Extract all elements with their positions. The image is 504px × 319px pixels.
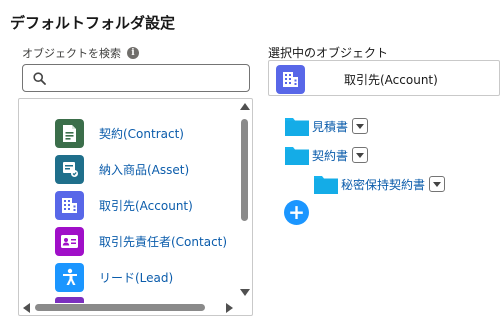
search-label: オブジェクトを検索 i [22,45,139,61]
account-icon [55,190,84,220]
selected-object-box: 取引先(Account) [268,60,500,96]
selected-object-name: 取引先(Account) [344,73,438,87]
folder-icon [314,176,338,194]
folder-menu-button[interactable] [352,118,369,134]
list-item-label: 取引先責任者(Contact) [99,234,228,249]
vertical-scrollbar[interactable] [238,103,252,299]
search-icon [33,72,46,85]
info-icon[interactable]: i [127,47,139,59]
object-list: 契約(Contract) 納入商品(Asset) 取引先(Account) 取引… [18,98,253,316]
account-icon [276,65,305,94]
search-label-text: オブジェクトを検索 [22,47,121,60]
folder-item-contracts[interactable]: 契約書 [284,144,369,166]
page-title: デフォルトフォルダ設定 [10,14,176,32]
add-folder-button[interactable]: + [284,200,309,225]
folder-icon [285,118,309,136]
folder-item-quotes[interactable]: 見積書 [284,115,369,137]
scroll-right-arrow-icon[interactable] [226,303,233,313]
chevron-down-icon [356,123,365,129]
asset-icon [55,154,84,184]
scroll-left-arrow-icon[interactable] [23,303,30,313]
chevron-down-icon [433,181,442,187]
list-item-contact[interactable]: 取引先責任者(Contact) [55,226,227,256]
folder-item-nda[interactable]: 秘密保持契約書 [313,173,446,195]
selected-object-label: 選択中のオブジェクト [268,46,389,60]
vertical-scroll-thumb[interactable] [241,119,248,221]
plus-icon: + [288,200,305,224]
list-item-asset[interactable]: 納入商品(Asset) [55,154,189,184]
contact-icon [55,226,84,256]
folder-name: 契約書 [312,148,349,163]
list-item-label: リード(Lead) [99,270,174,285]
horizontal-scrollbar[interactable] [21,301,235,313]
search-field[interactable] [22,64,250,92]
folder-name: 秘密保持契約書 [341,177,426,192]
lead-icon [55,262,84,292]
list-item-label: 納入商品(Asset) [99,162,190,177]
list-item-account[interactable]: 取引先(Account) [55,190,193,220]
list-item-lead[interactable]: リード(Lead) [55,262,173,292]
folder-icon [285,147,309,165]
list-item-contract[interactable]: 契約(Contract) [55,118,184,148]
list-item-label: 契約(Contract) [99,126,184,141]
folder-menu-button[interactable] [429,176,446,192]
contract-icon [55,118,84,148]
search-input[interactable] [53,67,243,89]
folder-name: 見積書 [312,119,349,134]
chevron-down-icon [356,152,365,158]
list-item-label: 取引先(Account) [99,198,193,213]
scroll-down-arrow-icon[interactable] [240,289,250,296]
scroll-up-arrow-icon[interactable] [240,103,250,110]
folder-menu-button[interactable] [352,147,369,163]
horizontal-scroll-thumb[interactable] [35,304,205,311]
